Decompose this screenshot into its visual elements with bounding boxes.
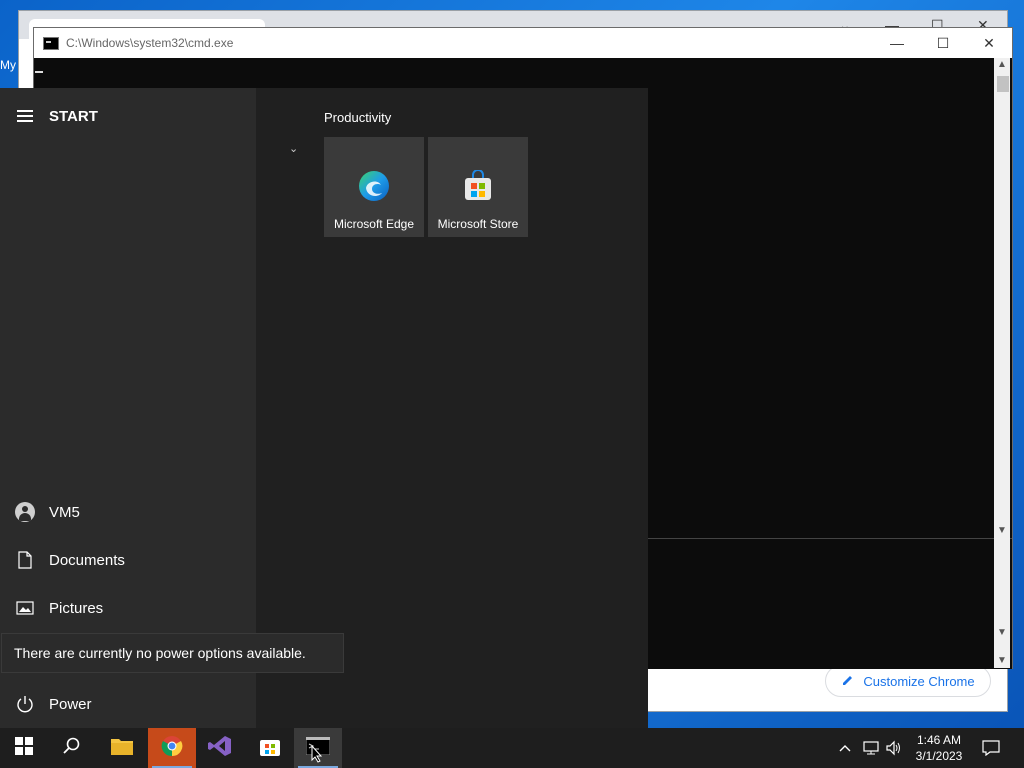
cmd-cursor [35,71,43,73]
network-icon[interactable] [862,728,880,768]
store-icon [462,169,494,202]
tile-label: Microsoft Edge [333,217,415,231]
user-name: VM5 [49,503,80,521]
document-icon [15,550,35,570]
clock-time: 1:46 AM [916,733,962,747]
user-avatar-icon [15,502,35,522]
cmd-lower-pane [648,538,1012,669]
cmd-maximize-button[interactable]: ☐ [920,28,966,58]
tile-microsoft-edge[interactable]: Microsoft Edge [324,137,424,237]
customize-chrome-button[interactable]: Customize Chrome [825,665,991,697]
scroll-thumb[interactable] [997,76,1009,92]
edge-icon [358,170,390,202]
cmd-titlebar[interactable]: C:\Windows\system32\cmd.exe — ☐ ✕ [34,28,1012,58]
scroll-down-icon[interactable]: ▼ [994,626,1010,640]
chrome-icon [161,735,183,762]
tile-microsoft-store[interactable]: Microsoft Store [428,137,528,237]
chevron-down-icon[interactable]: ⌄ [289,142,298,155]
hamburger-menu-icon[interactable] [17,110,33,122]
cmd-lower-scrollbar[interactable]: ▼ ▼ [994,538,1010,668]
tray-overflow-chevron-icon[interactable] [838,728,852,768]
windows-start-button[interactable] [0,728,48,768]
microsoft-store-icon [259,735,281,762]
volume-icon[interactable] [885,728,903,768]
taskbar-search-button[interactable] [48,728,96,768]
power-options-tooltip: There are currently no power options ava… [1,633,344,673]
cmd-title: C:\Windows\system32\cmd.exe [66,36,234,50]
desktop-icon-label[interactable]: My [0,58,16,72]
pictures-icon [15,598,35,618]
visual-studio-icon [208,735,232,762]
notification-center-icon[interactable] [982,728,1000,768]
start-menu: START VM5 Documents Pictures Power Produ… [0,88,648,728]
start-menu-title: START [49,108,98,125]
taskbar-microsoft-store[interactable] [246,728,294,768]
start-menu-tiles-area: Productivity ⌄ Microsoft Edge Microsoft … [256,88,648,728]
taskbar: 1:46 AM 3/1/2023 [0,728,1024,768]
cmd-close-button[interactable]: ✕ [966,28,1012,58]
cmd-app-icon [43,36,59,50]
pencil-icon [841,673,855,690]
file-explorer-icon [110,736,134,761]
clock[interactable]: 1:46 AM 3/1/2023 [906,732,972,764]
start-item-label: Power [49,695,92,713]
start-item-label: Pictures [49,599,104,617]
power-icon [15,694,35,714]
scroll-up-icon[interactable]: ▲ [994,58,1010,72]
start-user-account[interactable]: VM5 [0,492,256,532]
start-item-pictures[interactable]: Pictures [0,588,256,628]
search-icon [63,737,81,760]
mouse-cursor-icon [311,744,323,768]
cmd-minimize-button[interactable]: — [874,28,920,58]
tile-group-title[interactable]: Productivity [324,110,391,125]
taskbar-file-explorer[interactable] [98,728,146,768]
windows-start-icon [15,736,33,760]
customize-chrome-label: Customize Chrome [863,673,975,689]
scroll-down-icon[interactable]: ▼ [994,524,1010,538]
clock-date: 3/1/2023 [915,749,963,763]
start-item-label: Documents [49,551,125,569]
taskbar-chrome[interactable] [148,728,196,768]
taskbar-visual-studio[interactable] [196,728,244,768]
cmd-scrollbar[interactable]: ▲ ▼ [994,58,1010,538]
scroll-down-icon[interactable]: ▼ [994,654,1010,668]
start-menu-sidebar: START VM5 Documents Pictures Power [0,88,256,728]
tile-label: Microsoft Store [437,217,519,231]
start-item-power[interactable]: Power [0,684,256,724]
start-item-documents[interactable]: Documents [0,540,256,580]
